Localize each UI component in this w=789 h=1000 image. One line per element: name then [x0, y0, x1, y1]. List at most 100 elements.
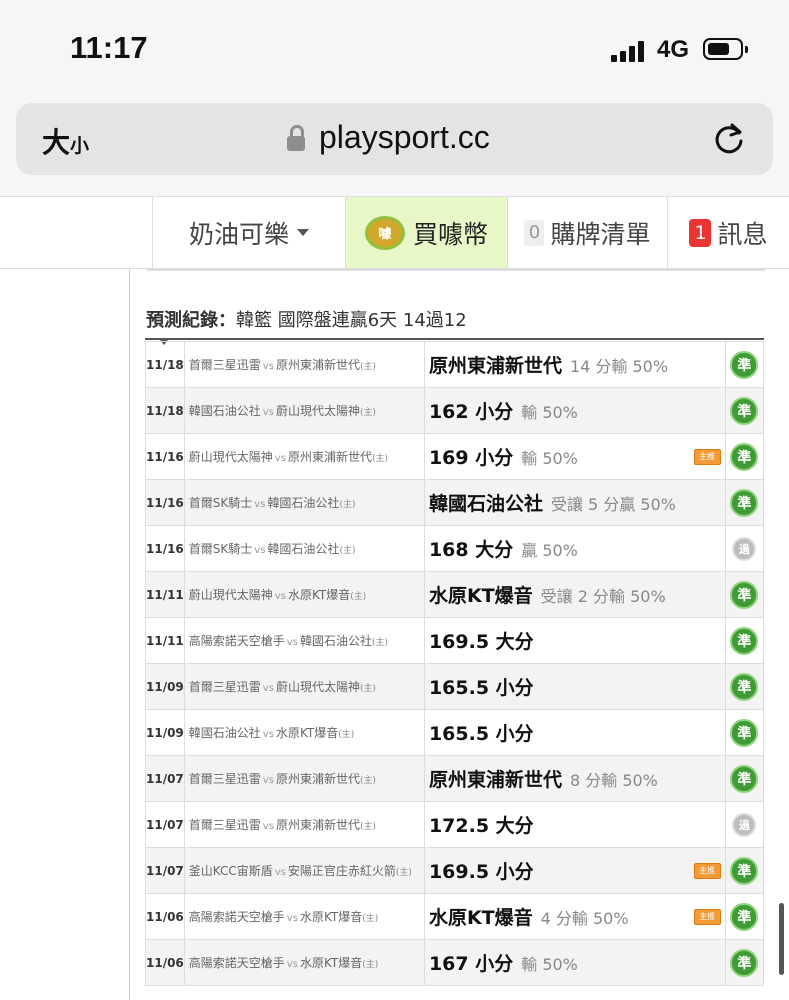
row-pick: 172.5 大分: [423, 801, 726, 848]
row-status: 準: [724, 893, 765, 940]
row-matchup[interactable]: 釜山KCC宙斯盾 vs 安陽正官庄赤紅火箭(主): [183, 847, 425, 894]
home-marker: (主): [359, 776, 376, 786]
row-matchup[interactable]: 首爾三星迅雷 vs 原州東浦新世代(主): [183, 341, 425, 388]
row-pick: 水原KT爆音 受讓 2 分輸 50%: [423, 571, 726, 618]
cellular-signal-icon: [611, 40, 647, 62]
home-team: 韓國石油公社: [299, 634, 372, 648]
result-win-icon: 準: [730, 488, 759, 517]
table-row: 11/18 首爾三星迅雷 vs 原州東浦新世代(主) 原州東浦新世代 14 分輸 50% 準: [145, 341, 765, 388]
row-status: 準: [724, 341, 765, 388]
home-team: 水原KT爆音: [275, 726, 339, 740]
home-marker: (主): [359, 822, 376, 832]
pick-main: 165.5 小分: [428, 723, 534, 745]
scrollbar[interactable]: [779, 903, 784, 975]
table-row: 11/07 釜山KCC宙斯盾 vs 安陽正官庄赤紅火箭(主) 169.5 小分 主推準: [145, 847, 765, 894]
pick-main: 169.5 大分: [428, 631, 534, 653]
home-team: 水原KT爆音: [299, 910, 363, 924]
address-bar[interactable]: 大小 playsport.cc: [16, 103, 773, 175]
text-size-button[interactable]: 大小: [42, 121, 89, 161]
home-team: 原州東浦新世代: [287, 450, 372, 464]
row-pick: 水原KT爆音 4 分輸 50% 主推: [423, 893, 726, 940]
table-row: 11/16 首爾SK騎士 vs 韓國石油公社(主) 168 大分贏 50% 過: [145, 525, 765, 572]
home-team: 安陽正官庄赤紅火箭: [287, 864, 396, 878]
pick-main: 169.5 小分: [428, 861, 534, 883]
divider: [147, 269, 765, 271]
pick-detail: 輸 50%: [521, 403, 578, 422]
row-date: 11/06: [145, 939, 185, 986]
home-team: 水原KT爆音: [287, 588, 351, 602]
row-matchup[interactable]: 首爾三星迅雷 vs 原州東浦新世代(主): [183, 801, 425, 848]
cart-link[interactable]: 0 購牌清單: [507, 197, 667, 268]
row-date: 11/18: [145, 341, 185, 388]
row-date: 11/18: [145, 387, 185, 434]
home-team: 原州東浦新世代: [275, 818, 360, 832]
table-row: 11/11 高陽索諾天空槍手 vs 韓國石油公社(主) 169.5 大分準: [145, 617, 765, 664]
row-pick: 168 大分贏 50%: [423, 525, 726, 572]
home-marker: (主): [371, 454, 388, 464]
row-status: 過: [724, 525, 765, 572]
table-row: 11/07 首爾三星迅雷 vs 原州東浦新世代(主) 172.5 大分過: [145, 801, 765, 848]
coin-icon: 噱: [364, 215, 405, 250]
row-status: 準: [724, 847, 765, 894]
vs-label: vs: [286, 913, 298, 924]
row-matchup[interactable]: 蔚山現代太陽神 vs 水原KT爆音(主): [183, 571, 425, 618]
away-team: 首爾三星迅雷: [188, 818, 261, 832]
pick-main: 167 小分: [428, 953, 514, 975]
record-heading: 預測紀錄：韓籃 國際盤連贏6天 14過12: [146, 306, 467, 332]
away-team: 首爾三星迅雷: [188, 772, 261, 786]
pick-main: 原州東浦新世代: [428, 769, 562, 791]
vs-label: vs: [254, 545, 266, 556]
pick-main: 162 小分: [428, 401, 514, 423]
table-rule: [145, 338, 764, 340]
row-pick: 韓國石油公社 受讓 5 分贏 50%: [423, 479, 726, 526]
messages-link[interactable]: 1 訊息: [667, 197, 789, 268]
vs-label: vs: [274, 453, 286, 464]
table-row: 11/16 蔚山現代太陽神 vs 原州東浦新世代(主) 169 小分輸 50% 主推準: [145, 433, 765, 480]
vs-label: vs: [254, 499, 266, 510]
reload-icon[interactable]: [710, 120, 748, 158]
away-team: 首爾三星迅雷: [188, 358, 261, 372]
row-status: 準: [724, 433, 765, 480]
row-status: 準: [724, 387, 765, 434]
result-push-icon: 過: [732, 536, 757, 561]
home-team: 原州東浦新世代: [275, 358, 360, 372]
row-matchup[interactable]: 高陽索諾天空槍手 vs 水原KT爆音(主): [183, 939, 425, 986]
row-matchup[interactable]: 蔚山現代太陽神 vs 原州東浦新世代(主): [183, 433, 425, 480]
battery-icon: [703, 38, 748, 60]
pick-main: 172.5 大分: [428, 815, 534, 837]
pick-detail: 受讓 5 分贏 50%: [550, 495, 676, 514]
row-matchup[interactable]: 首爾三星迅雷 vs 原州東浦新世代(主): [183, 755, 425, 802]
pick-detail: 8 分輸 50%: [569, 771, 658, 790]
row-pick: 原州東浦新世代 14 分輸 50%: [423, 341, 726, 388]
row-matchup[interactable]: 高陽索諾天空槍手 vs 韓國石油公社(主): [183, 617, 425, 664]
home-marker: (主): [339, 500, 356, 510]
home-marker: (主): [359, 362, 376, 372]
row-matchup[interactable]: 韓國石油公社 vs 水原KT爆音(主): [183, 709, 425, 756]
row-status: 準: [724, 939, 765, 986]
buy-coins-label: 買噱幣: [412, 219, 488, 249]
result-win-icon: 準: [730, 764, 759, 793]
pick-main: 水原KT爆音: [428, 585, 533, 607]
home-team: 韓國石油公社: [267, 496, 340, 510]
result-win-icon: 準: [730, 948, 759, 977]
result-push-icon: 過: [732, 812, 757, 837]
vs-label: vs: [286, 637, 298, 648]
url-text[interactable]: playsport.cc: [319, 119, 490, 156]
home-marker: (主): [338, 730, 355, 740]
row-matchup[interactable]: 高陽索諾天空槍手 vs 水原KT爆音(主): [183, 893, 425, 940]
pick-main: 韓國石油公社: [428, 493, 543, 515]
home-marker: (主): [359, 684, 376, 694]
user-menu[interactable]: 奶油可樂: [152, 197, 345, 268]
row-date: 11/09: [145, 709, 185, 756]
home-marker: (主): [350, 592, 367, 602]
row-matchup[interactable]: 韓國石油公社 vs 蔚山現代太陽神(主): [183, 387, 425, 434]
row-status: 準: [724, 709, 765, 756]
vs-label: vs: [262, 683, 274, 694]
buy-coins-button[interactable]: 噱 買噱幣: [345, 197, 507, 268]
home-marker: (主): [395, 868, 412, 878]
row-matchup[interactable]: 首爾SK騎士 vs 韓國石油公社(主): [183, 479, 425, 526]
row-pick: 169.5 小分 主推: [423, 847, 726, 894]
vs-label: vs: [274, 867, 286, 878]
row-matchup[interactable]: 首爾三星迅雷 vs 蔚山現代太陽神(主): [183, 663, 425, 710]
row-matchup[interactable]: 首爾SK騎士 vs 韓國石油公社(主): [183, 525, 425, 572]
